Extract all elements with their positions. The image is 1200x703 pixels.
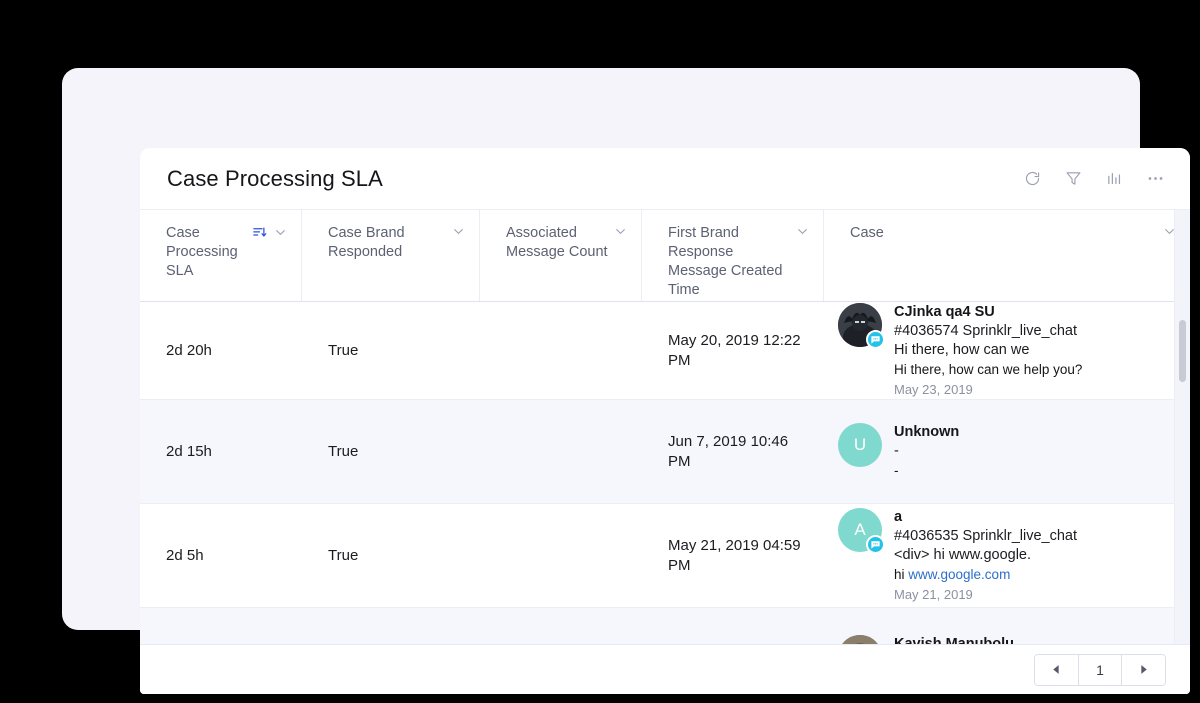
column-label: First Brand Response Message Created Tim… bbox=[668, 225, 783, 298]
cell-case[interactable]: Kavish Manubolu bbox=[824, 634, 1190, 645]
column-tools bbox=[614, 224, 627, 238]
case-message-snippet: hi www.google.com bbox=[894, 565, 1077, 584]
column-tools bbox=[452, 224, 465, 238]
case-id-channel: - bbox=[894, 443, 899, 459]
case-subject: <div> hi www.google. bbox=[894, 546, 1032, 563]
more-options-icon[interactable] bbox=[1144, 168, 1166, 190]
case-details: Kavish Manubolu bbox=[894, 635, 1014, 645]
widget-card: Case Processing SLA Case Processing SLA … bbox=[140, 148, 1190, 694]
screenshot-canvas: Case Processing SLA Case Processing SLA … bbox=[0, 0, 1200, 703]
cell-brand-responded: True bbox=[328, 442, 359, 460]
case-author-name: CJinka qa4 SU bbox=[894, 303, 995, 320]
cell-brand-responded: True bbox=[328, 546, 359, 564]
table-header-row: Case Processing SLA Case Brand Responded… bbox=[140, 210, 1190, 302]
table-footer: 1 bbox=[140, 644, 1190, 694]
table-row[interactable]: Kavish Manubolu bbox=[140, 608, 1190, 644]
column-header-case[interactable]: Case bbox=[824, 210, 1190, 301]
avatar: A bbox=[838, 507, 885, 554]
chat-badge-icon bbox=[866, 534, 885, 554]
triangle-left-icon bbox=[1053, 665, 1059, 674]
cell-case[interactable]: CJinka qa4 SU #4036574 Sprinklr_live_cha… bbox=[824, 302, 1190, 399]
data-table: Case Processing SLA Case Brand Responded… bbox=[140, 210, 1190, 644]
snippet-text: hi bbox=[894, 566, 909, 582]
header-actions bbox=[1021, 168, 1166, 190]
column-label: Associated Message Count bbox=[506, 225, 608, 260]
page-title: Case Processing SLA bbox=[167, 165, 383, 191]
avatar bbox=[838, 634, 882, 644]
chat-badge-icon bbox=[866, 329, 885, 349]
cell-sla: 2d 5h bbox=[166, 546, 204, 564]
case-author-name: a bbox=[894, 508, 903, 525]
column-label: Case bbox=[850, 225, 884, 241]
current-page-number[interactable]: 1 bbox=[1079, 655, 1121, 685]
table-body: 2d 20h True May 20, 2019 12:22 PM CJinka… bbox=[140, 302, 1190, 644]
scrollbar-thumb[interactable] bbox=[1179, 320, 1186, 382]
case-author-name: Unknown bbox=[894, 424, 960, 440]
cell-sla: 2d 20h bbox=[166, 341, 212, 359]
case-date: May 21, 2019 bbox=[894, 586, 973, 602]
chevron-down-icon[interactable] bbox=[452, 225, 465, 238]
cell-case[interactable]: A a #4036535 Sprinklr_live_chat <div> hi… bbox=[824, 507, 1190, 604]
table-row[interactable]: 2d 5h True May 21, 2019 04:59 PM A a #40… bbox=[140, 504, 1190, 608]
case-message-snippet: - bbox=[894, 463, 899, 478]
column-header-case-processing-sla[interactable]: Case Processing SLA bbox=[140, 210, 302, 301]
widget-header: Case Processing SLA bbox=[140, 148, 1190, 210]
cell-first-response-time: May 21, 2019 04:59 PM bbox=[668, 536, 801, 574]
case-author-name: Kavish Manubolu bbox=[894, 635, 1015, 645]
case-message-snippet: Hi there, how can we help you? bbox=[894, 361, 1083, 377]
refresh-icon[interactable] bbox=[1021, 168, 1043, 190]
avatar bbox=[838, 302, 885, 349]
cell-first-response-time: Jun 7, 2019 10:46 PM bbox=[668, 432, 789, 470]
column-header-first-brand-response-time[interactable]: First Brand Response Message Created Tim… bbox=[642, 210, 824, 301]
cell-first-response-time: May 20, 2019 12:22 PM bbox=[668, 331, 801, 369]
pagination: 1 bbox=[1034, 653, 1166, 686]
triangle-right-icon bbox=[1141, 665, 1147, 674]
cell-brand-responded: True bbox=[328, 341, 359, 359]
case-id-channel: #4036535 Sprinklr_live_chat bbox=[894, 527, 1077, 544]
column-header-case-brand-responded[interactable]: Case Brand Responded bbox=[302, 210, 480, 301]
bar-chart-icon[interactable] bbox=[1103, 168, 1125, 190]
case-link[interactable]: www.google.com bbox=[908, 567, 1010, 582]
chevron-down-icon[interactable] bbox=[796, 225, 809, 238]
chevron-down-icon[interactable] bbox=[274, 226, 287, 239]
scrollbar-track[interactable] bbox=[1174, 210, 1190, 644]
chevron-down-icon[interactable] bbox=[614, 225, 627, 238]
sort-descending-icon[interactable] bbox=[252, 225, 267, 240]
window-frame: Case Processing SLA Case Processing SLA … bbox=[62, 68, 1190, 694]
column-label: Case Brand Responded bbox=[328, 225, 405, 260]
case-id-channel: #4036574 Sprinklr_live_chat bbox=[894, 322, 1077, 339]
case-details: CJinka qa4 SU #4036574 Sprinklr_live_cha… bbox=[894, 303, 1082, 399]
case-details: a #4036535 Sprinklr_live_chat <div> hi w… bbox=[894, 508, 1077, 604]
avatar: U bbox=[838, 423, 882, 467]
avatar-initial: U bbox=[838, 423, 882, 467]
person-avatar-graphic bbox=[838, 634, 882, 644]
next-page-button[interactable] bbox=[1122, 654, 1165, 685]
filter-icon[interactable] bbox=[1062, 168, 1084, 190]
column-label: Case Processing SLA bbox=[166, 225, 238, 279]
avatar-image-person bbox=[838, 634, 882, 644]
table-row[interactable]: 2d 20h True May 20, 2019 12:22 PM CJinka… bbox=[140, 302, 1190, 400]
case-subject: Hi there, how can we bbox=[894, 341, 1030, 358]
cell-case[interactable]: U Unknown - - bbox=[824, 423, 1190, 480]
cell-sla: 2d 15h bbox=[166, 442, 212, 460]
column-tools bbox=[796, 224, 809, 238]
prev-page-button[interactable] bbox=[1035, 654, 1078, 685]
column-header-associated-message-count[interactable]: Associated Message Count bbox=[480, 210, 642, 301]
case-details: Unknown - - bbox=[894, 423, 959, 480]
table-row[interactable]: 2d 15h True Jun 7, 2019 10:46 PM U Unkno… bbox=[140, 400, 1190, 504]
column-tools bbox=[252, 224, 287, 240]
case-date: May 23, 2019 bbox=[894, 381, 973, 397]
